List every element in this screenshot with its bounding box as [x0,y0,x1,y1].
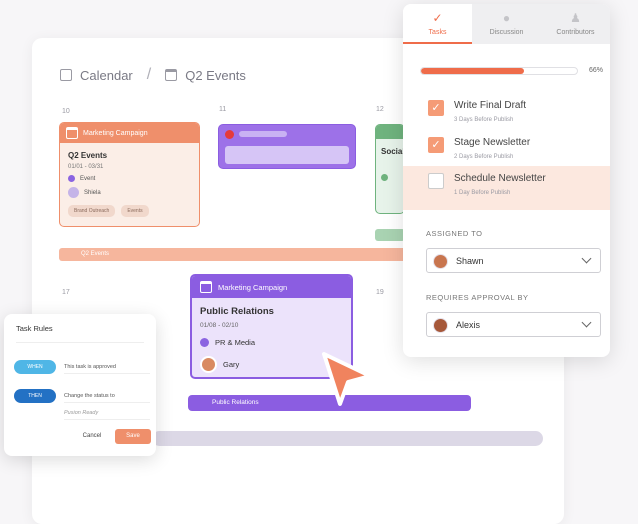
title-placeholder [239,131,287,137]
then-action-field[interactable]: Change the status to [64,389,150,403]
event-header [376,125,404,139]
task-item[interactable]: Schedule Newsletter 1 Day Before Publish [403,166,610,210]
day-number: 12 [376,106,384,113]
breadcrumb: Calendar / Q2 Events [60,66,246,84]
day-number: 10 [62,108,70,115]
avatar [433,318,448,333]
event-band-q2-events[interactable]: Q2 Events [59,248,409,261]
progress-fill [421,68,524,74]
event-card-social[interactable]: Social [375,124,405,214]
tab-label: Contributors [556,29,595,36]
task-name: Schedule Newsletter [454,173,546,184]
tab-tasks[interactable]: ✓ Tasks [403,4,472,44]
task-due: 2 Days Before Publish [454,154,514,160]
approval-label: REQUIRES APPROVAL BY [426,293,529,302]
task-panel: ✓ Tasks ● Discussion ♟ Contributors 66% … [403,4,610,357]
calendar-icon [60,69,72,81]
task-item[interactable]: ✓ Write Final Draft 3 Days Before Publis… [403,94,610,134]
day-number: 11 [219,106,227,113]
event-header: Marketing Campaign [192,276,351,298]
breadcrumb-separator: / [146,66,152,83]
task-rules-card: Task Rules WHEN This task is approved TH… [4,314,156,456]
avatar [68,187,79,198]
task-rules-title: Task Rules [16,324,53,333]
avatar [200,356,217,373]
event-title: Q2 Events [68,151,108,160]
approval-select[interactable]: Alexis [426,312,601,337]
event-dates: 01/08 - 02/10 [200,322,239,329]
progress-bar [420,67,578,75]
checkbox-checked[interactable]: ✓ [428,137,444,153]
tab-contributors[interactable]: ♟ Contributors [541,4,610,44]
content-placeholder [225,146,349,164]
task-due: 3 Days Before Publish [454,117,514,123]
event-type-label: PR & Media [215,338,256,347]
users-icon: ♟ [570,11,581,25]
event-band-green[interactable] [375,229,405,241]
event-title: Public Relations [200,306,274,317]
chevron-down-icon [581,253,592,264]
then-status-field[interactable]: Pusion Ready [64,406,150,420]
chat-icon: ● [502,11,511,25]
day-number: 17 [62,289,70,296]
task-name: Stage Newsletter [454,137,531,148]
save-button[interactable]: Save [115,429,151,444]
breadcrumb-q2-events[interactable]: Q2 Events [185,68,246,83]
checkbox-unchecked[interactable] [428,173,444,189]
type-dot-icon [200,338,209,347]
assigned-to-select[interactable]: Shawn [426,248,601,273]
type-dot-icon [68,175,75,182]
event-owner: Shiela [68,187,199,198]
assigned-to-label: ASSIGNED TO [426,229,483,238]
progress-percent: 66% [589,67,604,74]
avatar [433,254,448,269]
check-icon: ✓ [432,11,443,25]
assigned-to-value: Shawn [456,256,484,266]
event-card-pinterest[interactable] [218,124,356,169]
event-type: PR & Media [200,338,351,347]
pinterest-icon [225,130,234,139]
task-due: 1 Day Before Publish [454,190,511,196]
day-number: 19 [376,289,384,296]
tag: Brand Outreach [68,205,116,217]
tab-label: Discussion [489,29,524,36]
event-title: Social [381,147,405,156]
type-dot-icon [381,174,388,181]
checkbox-checked[interactable]: ✓ [428,100,444,116]
event-type-label: Event [80,175,96,182]
folder-icon [200,281,212,293]
divider [16,342,144,343]
cursor-arrow-icon [322,352,372,406]
approval-value: Alexis [456,320,481,330]
owner-name: Gary [223,360,240,369]
event-band-gray[interactable] [152,431,543,446]
event-card-q2-events[interactable]: Marketing Campaign Q2 Events 01/01 - 03/… [59,122,200,227]
event-header: Marketing Campaign [60,123,199,143]
tag: Events [121,205,149,217]
folder-icon [66,127,78,139]
when-pill[interactable]: WHEN [14,360,56,374]
folder-icon [165,69,178,81]
event-header-label: Marketing Campaign [218,282,288,292]
event-type: Event [68,175,199,182]
tab-discussion[interactable]: ● Discussion [472,4,541,44]
task-item[interactable]: ✓ Stage Newsletter 2 Days Before Publish [403,131,610,171]
event-tags: Brand Outreach Events [68,205,199,217]
event-header-label: Marketing Campaign [83,129,148,137]
chevron-down-icon [581,317,592,328]
event-dates: 01/01 - 03/31 [68,164,104,170]
then-pill[interactable]: THEN [14,389,56,403]
cancel-button[interactable]: Cancel [74,429,110,444]
when-condition-field[interactable]: This task is approved [64,360,150,374]
task-name: Write Final Draft [454,100,527,111]
breadcrumb-calendar[interactable]: Calendar [80,68,133,83]
owner-name: Shiela [84,189,101,196]
panel-tabs: ✓ Tasks ● Discussion ♟ Contributors [403,4,610,44]
tab-label: Tasks [428,29,447,36]
